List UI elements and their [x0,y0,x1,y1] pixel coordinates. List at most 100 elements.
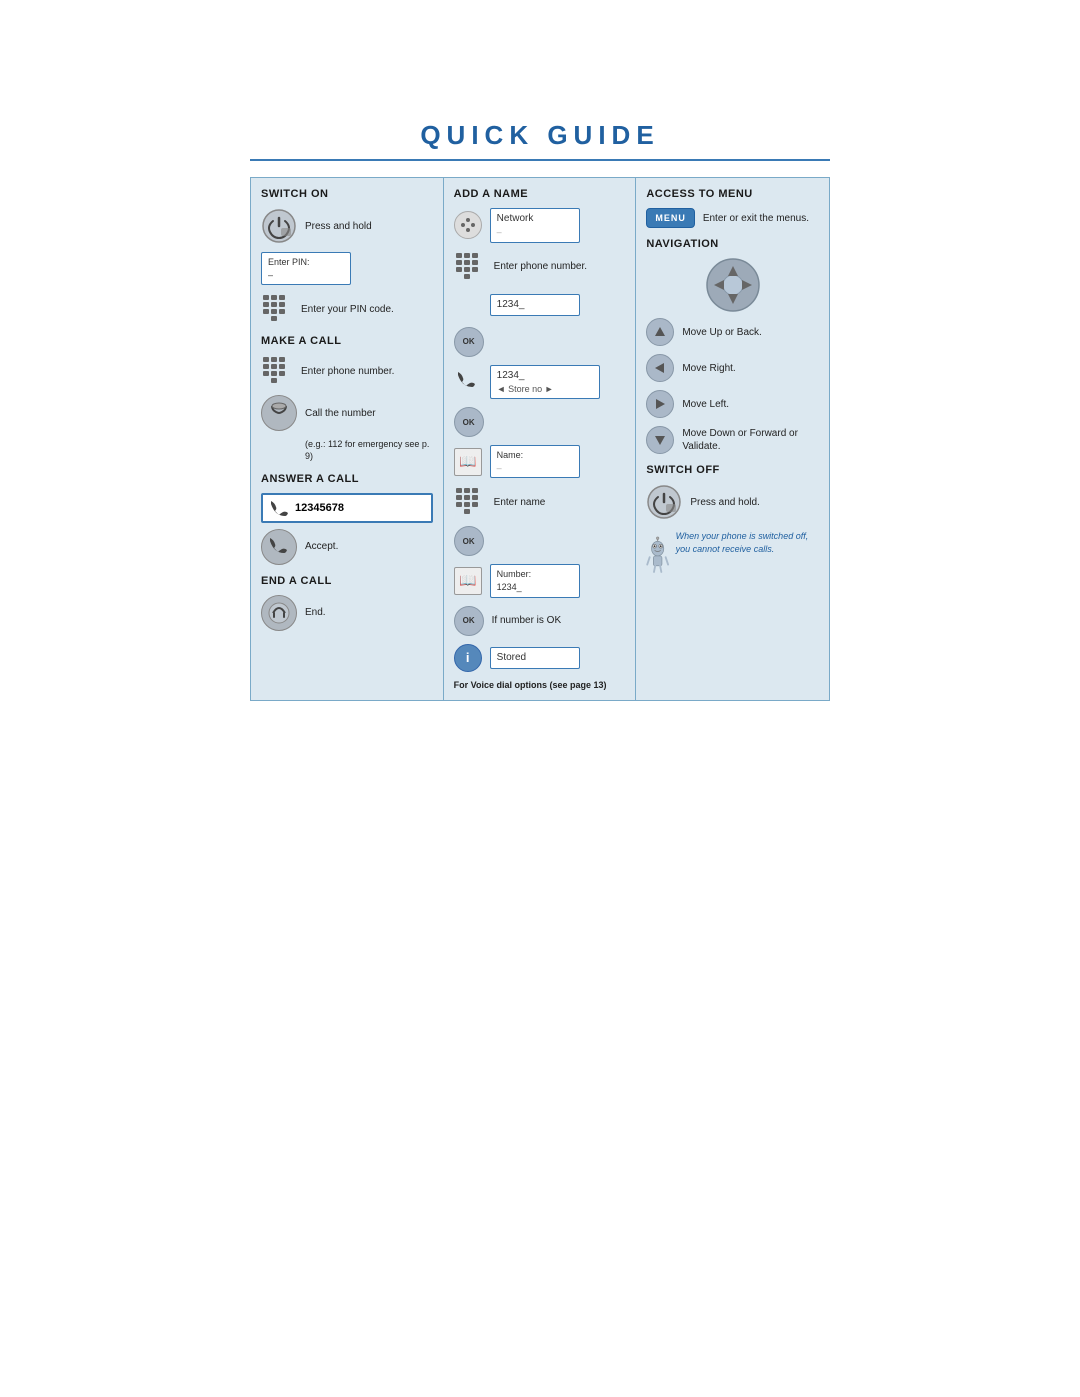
pin-screen-row: Enter PIN: – [261,252,433,285]
number-screen-line2: 1234_ [497,581,573,594]
move-right-label: Move Right. [682,362,735,375]
call-note: (e.g.: 112 for emergency see p. 9) [305,439,433,462]
note-row: When your phone is switched off, you can… [646,530,819,582]
call-icon [261,395,297,431]
accept-label: Accept. [305,540,338,553]
access-menu-title: ACCESS TO MENU [646,188,819,200]
switch-off-note: When your phone is switched off, you can… [676,530,819,555]
phone-number2-row: 1234_ ◄ Store no ► [454,365,626,400]
make-call-label: Enter phone number. [301,365,394,378]
keypad-icon-2 [261,355,293,387]
left-circle [646,390,674,418]
nav-cross-container [646,258,819,312]
number-screen-row: 📖 Number: 1234_ [454,564,626,597]
keypad-icon-1 [261,293,293,325]
page-wrapper: Quick Guide SWITCH ON Press and hold [250,120,830,701]
pin-screen: Enter PIN: – [261,252,351,285]
nav-cross-icon [706,258,760,312]
accept-row: Accept. [261,529,433,565]
ok-button-3[interactable]: OK [454,526,484,556]
main-grid: SWITCH ON Press and hold Enter PIN: [250,177,830,701]
power-icon [261,208,297,244]
if-ok-label: If number is OK [492,614,561,627]
switch-on-label: Press and hold [305,220,372,233]
pin-line2: – [268,269,344,282]
name-screen-row: 📖 Name: – [454,445,626,478]
enter-phone-row: Enter phone number. [454,251,626,283]
move-down-row: Move Down or Forward or Validate. [646,426,819,454]
phone-number1: 1234_ [497,298,573,312]
move-left-label: Move Left. [682,398,729,411]
end-row: End. [261,595,433,631]
name-screen-line1: Name: [497,449,573,462]
call-button-row: Call the number [261,395,433,431]
answer-call-title: ANSWER A CALL [261,473,433,485]
dots-icon-1 [454,211,482,239]
call-note-row: (e.g.: 112 for emergency see p. 9) [261,439,433,462]
keypad-pin-row: Enter your PIN code. [261,293,433,325]
ok-button-1[interactable]: OK [454,327,484,357]
book-icon-1: 📖 [454,448,482,476]
keypad-icon-4 [454,486,486,518]
network-text: Network [497,212,573,226]
menu-row: MENU Enter or exit the menus. [646,208,819,228]
answer-screen-row: 12345678 [261,493,433,523]
name-screen: Name: – [490,445,580,478]
add-name-title: ADD A NAME [454,188,626,200]
title-section: Quick Guide [250,120,830,161]
page-title: Quick Guide [250,120,830,151]
ok-button-2[interactable]: OK [454,407,484,437]
move-up-label: Move Up or Back. [682,326,761,339]
pin-label: Enter your PIN code. [301,303,394,316]
accept-icon [261,529,297,565]
make-call-title: MAKE A CALL [261,335,433,347]
move-right-row: Move Right. [646,354,819,382]
ok-row-2: OK [454,407,626,437]
phone-number1-screen: 1234_ [490,294,580,316]
store-label: ◄ Store no ► [497,383,593,396]
network-row: Network – [454,208,626,243]
stored-text: Stored [497,651,573,665]
phone-number2: 1234_ [497,369,593,383]
info-icon: i [454,644,482,672]
number-screen: Number: 1234_ [490,564,580,597]
enter-phone-label: Enter phone number. [494,260,587,273]
move-up-row: Move Up or Back. [646,318,819,346]
end-icon [261,595,297,631]
answer-number: 12345678 [295,502,344,514]
switch-off-label: Press and hold. [690,496,760,509]
column-3: ACCESS TO MENU MENU Enter or exit the me… [636,178,829,700]
network-screen: Network – [490,208,580,243]
power-off-icon [646,484,682,520]
end-label: End. [305,606,326,619]
column-2: ADD A NAME Network – [444,178,637,700]
answer-phone-icon [269,499,289,517]
navigation-title: NAVIGATION [646,238,819,250]
make-call-keypad-row: Enter phone number. [261,355,433,387]
down-circle [646,426,674,454]
phone-number2-screen: 1234_ ◄ Store no ► [490,365,600,400]
ok-button-4[interactable]: OK [454,606,484,636]
switch-on-title: SWITCH ON [261,188,433,200]
network-line2: – [497,226,573,239]
book-icon-2: 📖 [454,567,482,595]
phone-number1-row: 1234_ [454,291,626,319]
menu-desc: Enter or exit the menus. [703,212,809,225]
ok-row-3: OK [454,526,626,556]
menu-button[interactable]: MENU [646,208,695,228]
right-circle [646,354,674,382]
switch-on-row: Press and hold [261,208,433,244]
stored-row: i Stored [454,644,626,672]
name-screen-line2: – [497,462,573,475]
enter-name-label: Enter name [494,496,546,509]
switch-off-row: Press and hold. [646,484,819,520]
move-down-label: Move Down or Forward or Validate. [682,427,819,453]
number-screen-line1: Number: [497,568,573,581]
ok-row-4: OK If number is OK [454,606,626,636]
col2-footer: For Voice dial options (see page 13) [454,680,626,690]
keypad-icon-3 [454,251,486,283]
end-call-title: END A CALL [261,575,433,587]
robot-icon [646,530,669,582]
up-circle [646,318,674,346]
stored-screen: Stored [490,647,580,669]
